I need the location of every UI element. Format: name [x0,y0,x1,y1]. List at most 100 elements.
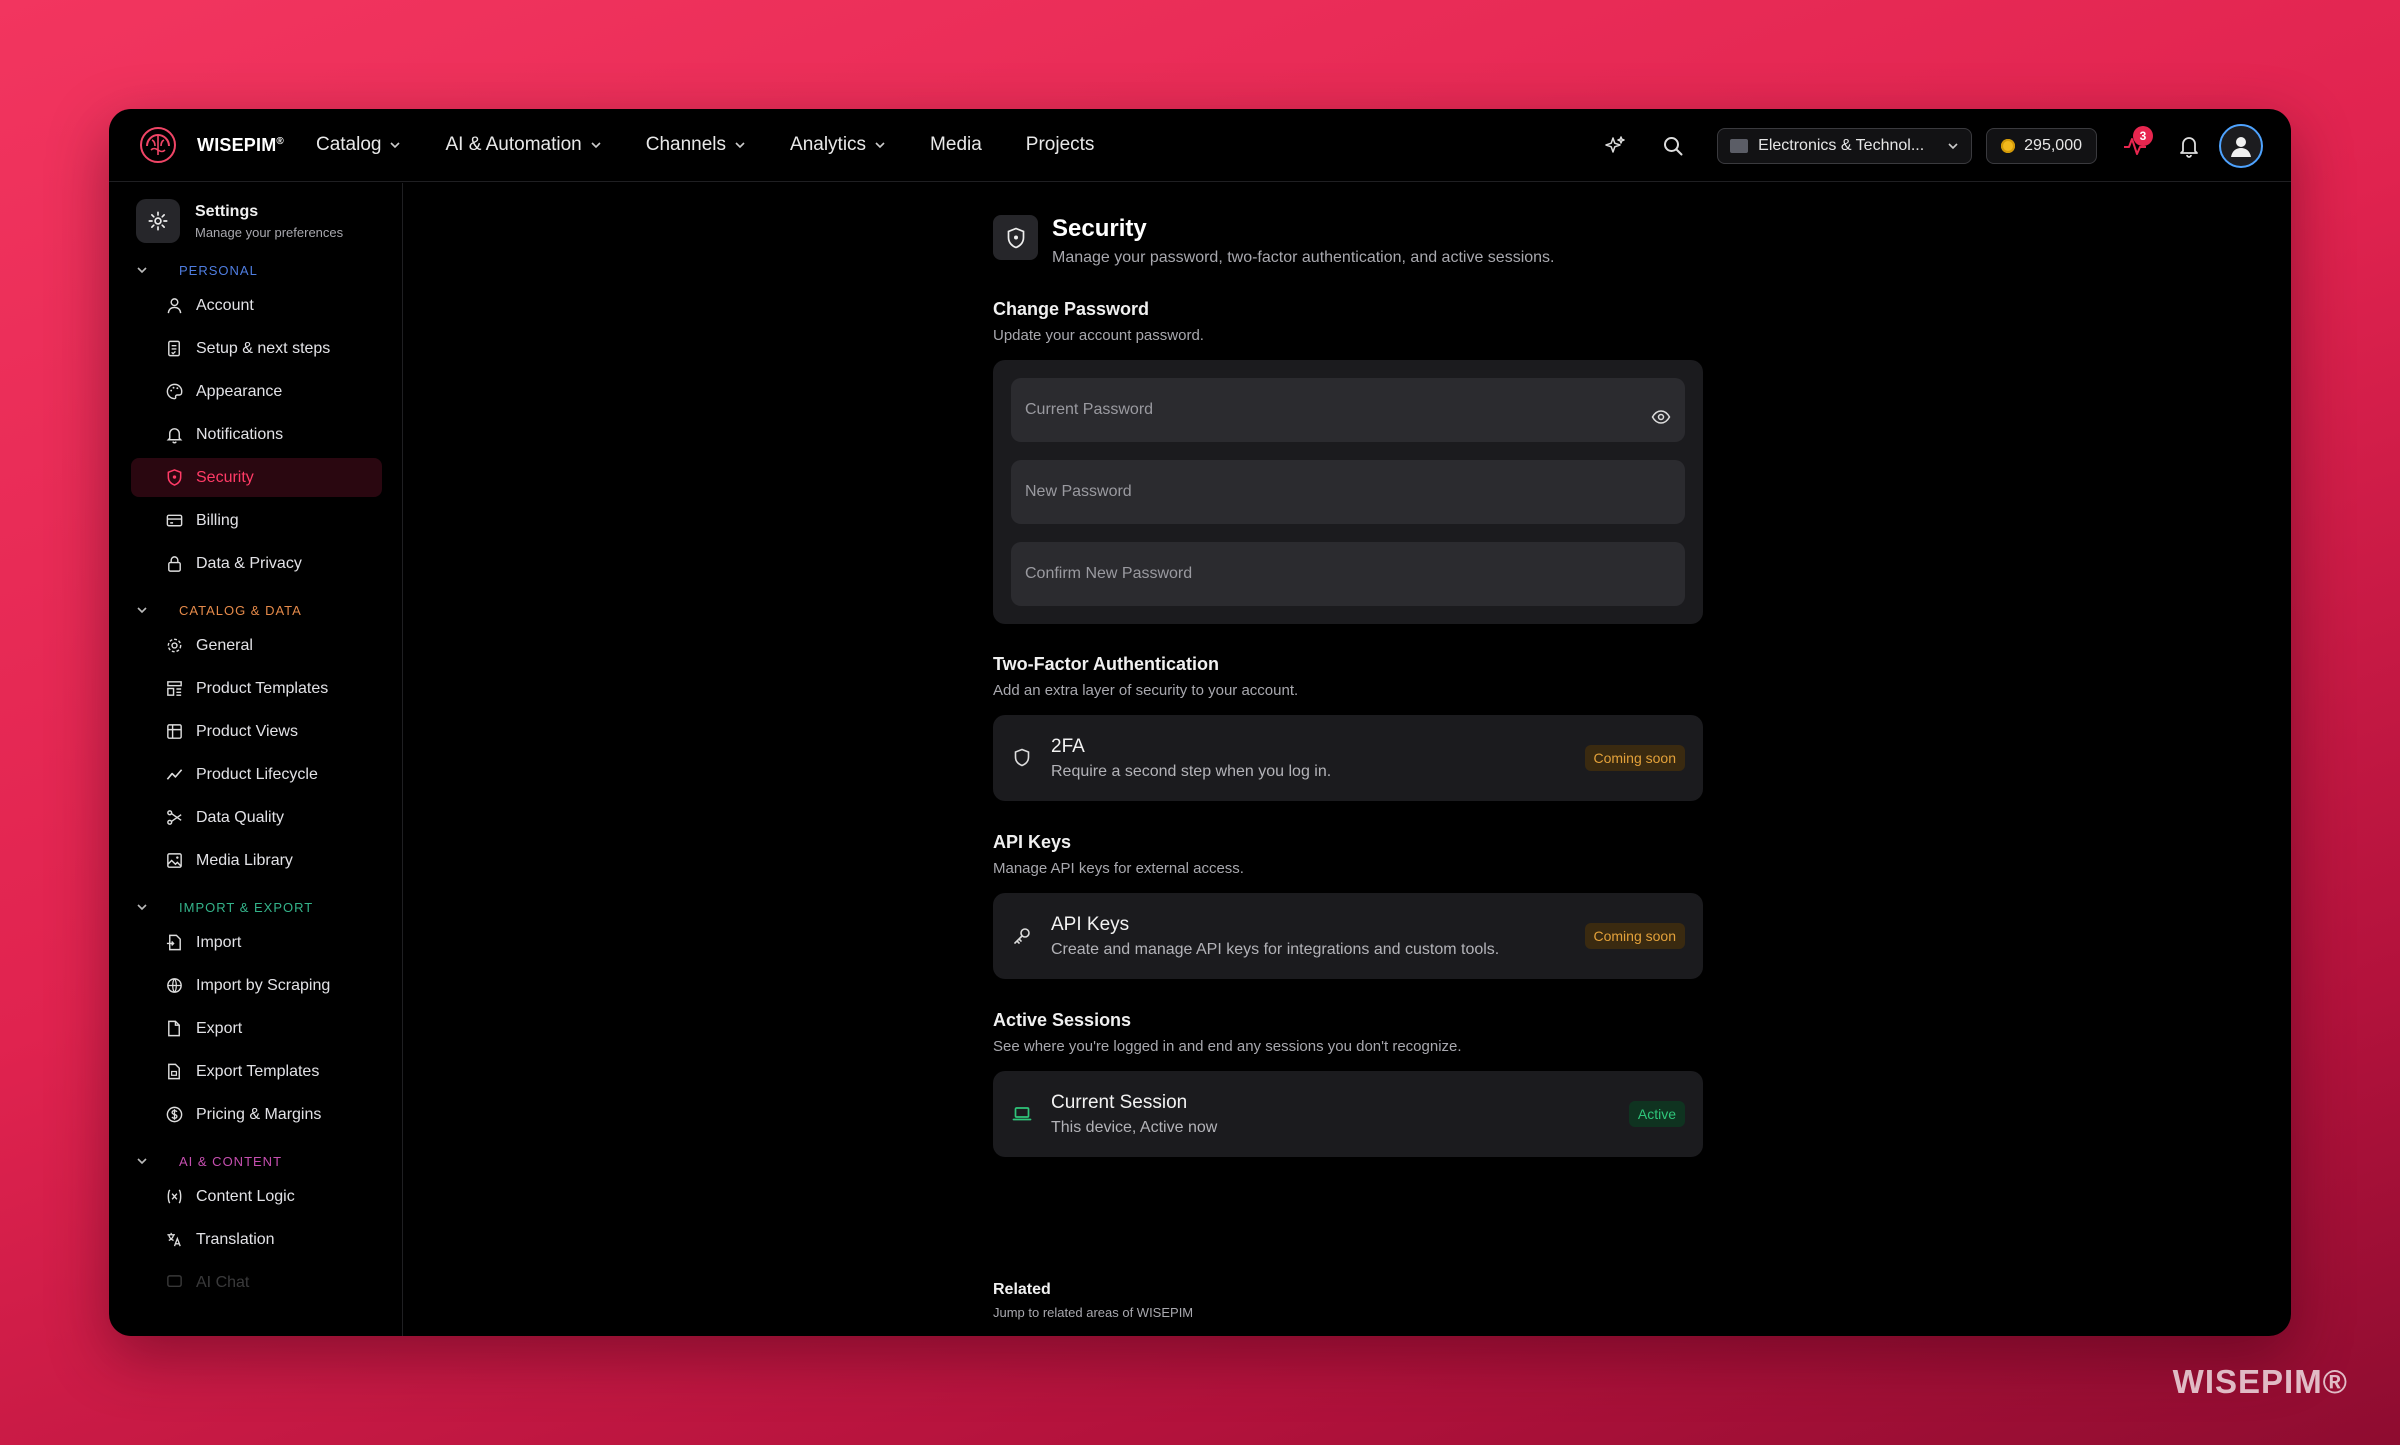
bell-icon [166,428,183,444]
chevron-down-icon [591,142,601,149]
chevron-down-icon [1948,142,1958,149]
sidebar-item-general[interactable]: General [131,626,382,665]
current-session-card: Current Session This device, Active now … [993,1071,1703,1157]
workspace-name: Electronics & Technol... [1758,136,1925,154]
file-import-icon [166,934,181,951]
sidebar-item-account[interactable]: Account [131,286,382,325]
sidebar-item-content-logic[interactable]: Content Logic [131,1177,382,1216]
sidebar-item-product-lifecycle[interactable]: Product Lifecycle [131,755,382,794]
chevron-down-icon [137,267,147,274]
image-icon [167,853,182,868]
key-icon [1014,928,1030,944]
sidebar-item-media-library[interactable]: Media Library [131,841,382,880]
sidebar-item-export[interactable]: Export [131,1009,382,1048]
sidebar-item-billing[interactable]: Billing [131,501,382,540]
sidebar-item-product-templates[interactable]: Product Templates [131,669,382,708]
section-catalog-data[interactable]: CATALOG & DATA [135,600,402,620]
nav-catalog[interactable]: Catalog [316,134,402,156]
main-content: Security Manage your password, two-facto… [404,183,2291,1336]
sidebar-item-notifications[interactable]: Notifications [131,415,382,454]
checklist-icon [168,340,180,357]
nav-media[interactable]: Media [930,134,982,156]
section-label: AI & CONTENT [179,1153,283,1169]
sidebar-item-data-privacy[interactable]: Data & Privacy [131,544,382,583]
sidebar-item-data-quality[interactable]: Data Quality [131,798,382,837]
section-title: API Keys [993,832,1072,852]
settings-subtitle: Manage your preferences [195,224,344,240]
section-label: PERSONAL [179,262,258,278]
section-import-export[interactable]: IMPORT & EXPORT [135,897,402,917]
nav-ai-automation[interactable]: AI & Automation [445,134,601,156]
coming-soon-badge: Coming soon [1584,923,1685,949]
main-nav: Catalog AI & Automation Channels Analyti… [316,134,1138,156]
active-badge: Active [1628,1101,1685,1127]
section-subtitle: Add an extra layer of security to your a… [993,682,1299,699]
ai-sparkle-button[interactable] [1595,126,1635,166]
dollar-icon [166,1106,183,1123]
chevron-down-icon [390,142,401,149]
credit-card-icon [166,514,183,527]
activity-button[interactable]: 3 [2115,125,2155,166]
sidebar-item-ai-chat[interactable]: AI Chat [131,1263,382,1302]
section-ai-content[interactable]: AI & CONTENT [135,1151,402,1171]
laptop-icon [1012,1107,1032,1121]
section-label: IMPORT & EXPORT [179,899,314,915]
lock-icon [168,556,181,572]
page-header: Security Manage your password, two-facto… [993,215,1703,267]
related-subtitle: Jump to related areas of WISEPIM [993,1305,1194,1320]
sidebar-item-product-views[interactable]: Product Views [131,712,382,751]
sidebar-item-pricing-margins[interactable]: Pricing & Margins [131,1095,382,1134]
search-icon [1664,136,1683,155]
section-subtitle: Manage API keys for external access. [993,860,1244,877]
sidebar-item-import[interactable]: Import [131,923,382,962]
quality-icon [167,810,182,825]
api-keys-section: API Keys Manage API keys for external ac… [993,832,1703,979]
workspace-selector[interactable]: Electronics & Technol... [1717,127,1973,164]
logo[interactable]: WISEPIM® [137,124,284,166]
nav-channels[interactable]: Channels [646,134,746,156]
section-label: CATALOG & DATA [179,602,302,618]
user-icon [2231,136,2251,157]
sidebar-item-security[interactable]: Security [131,458,382,497]
section-title: Change Password [993,299,1150,319]
chevron-down-icon [137,1158,147,1165]
row-subtitle: This device, Active now [1051,1118,1218,1136]
sidebar-item-export-templates[interactable]: Export Templates [131,1052,382,1091]
nav-analytics[interactable]: Analytics [790,134,886,156]
related-section: Related Jump to related areas of WISEPIM [993,1281,1193,1320]
user-avatar[interactable] [2219,123,2263,168]
sidebar-item-appearance[interactable]: Appearance [131,372,382,411]
activity-count-badge: 3 [2133,125,2153,146]
nav-projects[interactable]: Projects [1026,134,1095,156]
sidebar-item-import-scraping[interactable]: Import by Scraping [131,966,382,1005]
credits-value: 295,000 [2024,136,2082,154]
change-password-section: Change Password Update your account pass… [993,299,1703,624]
row-subtitle: Create and manage API keys for integrati… [1051,940,1500,958]
new-password-field[interactable]: New Password [1011,460,1685,524]
section-title: Active Sessions [993,1010,1132,1030]
notifications-button[interactable] [2169,126,2209,166]
sidebar-item-translation[interactable]: Translation [131,1220,382,1259]
gear-icon [136,199,180,243]
page-subtitle: Manage your password, two-factor authent… [1052,249,1555,266]
eye-icon[interactable] [1651,410,1671,424]
bell-icon [2180,136,2198,158]
twofa-card: 2FA Require a second step when you log i… [993,715,1703,801]
confirm-password-field[interactable]: Confirm New Password [1011,542,1685,606]
current-password-field[interactable]: Current Password [1011,378,1685,442]
trend-icon [166,769,183,780]
palette-icon [166,383,183,400]
sidebar-item-setup[interactable]: Setup & next steps [131,329,382,368]
chevron-down-icon [137,904,147,911]
shield-icon [993,215,1038,260]
coin-icon [2001,138,2016,153]
security-settings: Security Manage your password, two-facto… [993,183,1703,1157]
row-subtitle: Require a second step when you log in. [1051,762,1332,780]
credits-display[interactable]: 295,000 [1986,127,2097,164]
search-button[interactable] [1653,126,1693,166]
coming-soon-badge: Coming soon [1584,745,1685,771]
section-personal[interactable]: PERSONAL [135,260,402,280]
chevron-down-icon [137,607,147,614]
user-icon [167,298,182,314]
file-export-icon [168,1020,180,1037]
